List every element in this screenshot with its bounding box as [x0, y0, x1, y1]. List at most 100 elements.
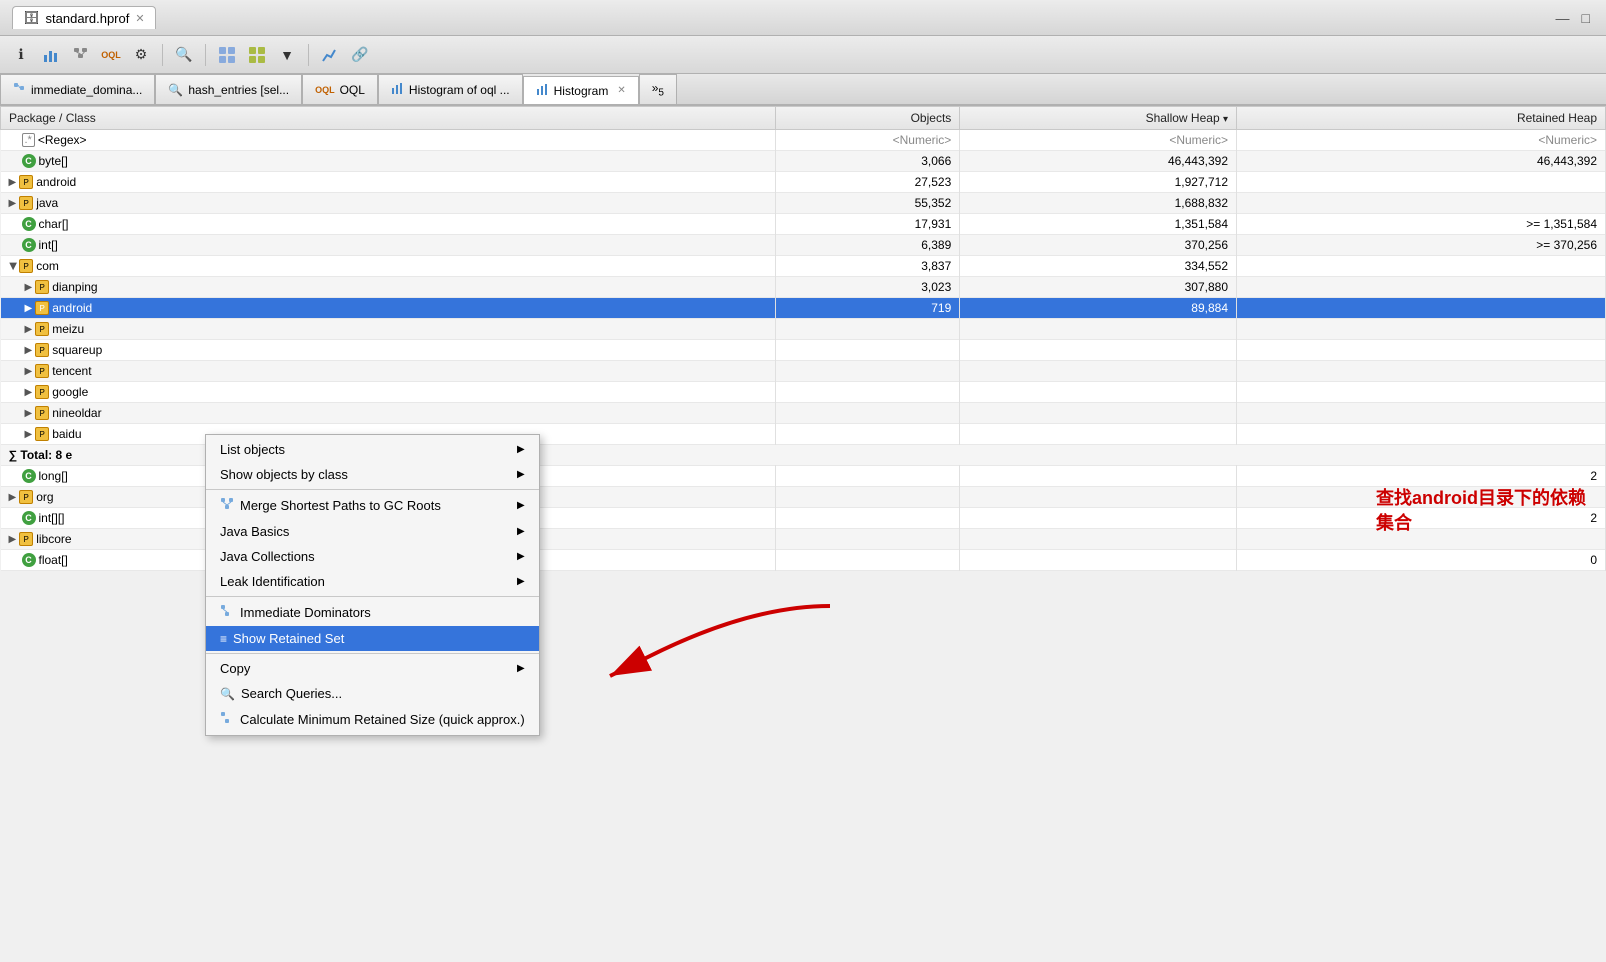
ctx-show-objects-by-class[interactable]: Show objects by class ▶: [206, 462, 539, 487]
table-row[interactable]: ▶ P nineoldar: [1, 403, 1606, 424]
table-row[interactable]: ▶ P android 719 89,884: [1, 298, 1606, 319]
search-btn[interactable]: 🔍: [171, 42, 197, 68]
table-row[interactable]: ▶ P squareup: [1, 340, 1606, 361]
table-row[interactable]: ▶ P android 27,523 1,927,712: [1, 172, 1606, 193]
table-row[interactable]: ▶ P tencent: [1, 361, 1606, 382]
main-tab[interactable]: 🗄 standard.hprof ✕: [12, 6, 156, 29]
cell-objects: 3,023: [775, 277, 959, 298]
table-row[interactable]: .* <Regex> <Numeric> <Numeric> <Numeric>: [1, 130, 1606, 151]
maximize-btn[interactable]: □: [1582, 10, 1590, 26]
cell-retained: [1237, 172, 1606, 193]
col-retained[interactable]: Retained Heap: [1237, 107, 1606, 130]
cell-objects: 27,523: [775, 172, 959, 193]
cell-objects: [775, 550, 959, 571]
table-row[interactable]: ▶ P dianping 3,023 307,880: [1, 277, 1606, 298]
ctx-java-basics[interactable]: Java Basics ▶: [206, 519, 539, 544]
link-btn[interactable]: 🔗: [347, 42, 373, 68]
table-row[interactable]: C byte[] 3,066 46,443,392 46,443,392: [1, 151, 1606, 172]
col-class[interactable]: Package / Class: [1, 107, 776, 130]
cell-class: ▶ P meizu: [1, 319, 776, 340]
ctx-sep3: [206, 653, 539, 654]
cell-retained: 0: [1237, 550, 1606, 571]
cell-objects: [775, 466, 959, 487]
cell-retained: 46,443,392: [1237, 151, 1606, 172]
cell-shallow: [960, 529, 1237, 550]
ctx-merge-shortest-paths[interactable]: Merge Shortest Paths to GC Roots ▶: [206, 492, 539, 519]
retained-icon: ≡: [220, 632, 227, 646]
table-row[interactable]: ▶ P java 55,352 1,688,832: [1, 193, 1606, 214]
table-row[interactable]: ▶ P google: [1, 382, 1606, 403]
cell-shallow: [960, 424, 1237, 445]
col-shallow[interactable]: Shallow Heap ▾: [960, 107, 1237, 130]
cell-retained: [1237, 277, 1606, 298]
cell-retained: [1237, 487, 1606, 508]
cell-class: ▶ P nineoldar: [1, 403, 776, 424]
cell-shallow: 307,880: [960, 277, 1237, 298]
ctx-list-objects[interactable]: List objects ▶: [206, 437, 539, 462]
cell-class: ▶ P android: [1, 298, 776, 319]
ctx-show-retained-set[interactable]: ≡ Show Retained Set: [206, 626, 539, 651]
table-row[interactable]: ▶ P com 3,837 334,552: [1, 256, 1606, 277]
table-row[interactable]: C char[] 17,931 1,351,584 >= 1,351,584: [1, 214, 1606, 235]
cell-class: ▶ P tencent: [1, 361, 776, 382]
cell-shallow: [960, 466, 1237, 487]
cell-objects: 3,837: [775, 256, 959, 277]
cell-shallow: [960, 361, 1237, 382]
dominator-icon: [220, 604, 234, 621]
settings-btn[interactable]: ⚙: [128, 42, 154, 68]
cell-shallow: [960, 340, 1237, 361]
calc-icon: [220, 711, 234, 728]
context-menu: List objects ▶ Show objects by class ▶ M…: [205, 434, 540, 736]
ctx-calculate-min-retained[interactable]: Calculate Minimum Retained Size (quick a…: [206, 706, 539, 733]
ctx-copy[interactable]: Copy ▶: [206, 656, 539, 681]
tab-overflow-label: »5: [652, 81, 664, 98]
tab-icon-histogram-oql: [391, 82, 404, 98]
cell-retained: [1237, 340, 1606, 361]
cell-shallow: 89,884: [960, 298, 1237, 319]
cell-shallow: 1,927,712: [960, 172, 1237, 193]
main-tab-close[interactable]: ✕: [135, 12, 144, 25]
tab-overflow[interactable]: »5: [639, 74, 677, 104]
table-row[interactable]: ▶ P meizu: [1, 319, 1606, 340]
tab-immediate-domina[interactable]: immediate_domina...: [0, 74, 155, 104]
tab-hash-entries[interactable]: 🔍 hash_entries [sel...: [155, 74, 302, 104]
cell-shallow: [960, 550, 1237, 571]
minimize-btn[interactable]: —: [1556, 10, 1570, 26]
ctx-search-queries[interactable]: 🔍 Search Queries...: [206, 681, 539, 706]
oql-btn[interactable]: OQL: [98, 42, 124, 68]
tab-close-histogram[interactable]: ✕: [617, 85, 625, 96]
tab-histogram-oql[interactable]: Histogram of oql ...: [378, 74, 523, 104]
cell-class: ▶ P android: [1, 172, 776, 193]
cell-shallow: 1,351,584: [960, 214, 1237, 235]
cell-class: C char[]: [1, 214, 776, 235]
chart2-btn[interactable]: [317, 42, 343, 68]
tab-label-histogram: Histogram: [554, 84, 609, 98]
table-row[interactable]: C int[] 6,389 370,256 >= 370,256: [1, 235, 1606, 256]
cell-retained: 2: [1237, 508, 1606, 529]
cell-retained: [1237, 403, 1606, 424]
title-bar: 🗄 standard.hprof ✕ — □: [0, 0, 1606, 36]
tab-oql[interactable]: OQL OQL: [302, 74, 378, 104]
nav-dropdown-btn[interactable]: ▼: [274, 42, 300, 68]
cell-retained: [1237, 361, 1606, 382]
tab-histogram[interactable]: Histogram ✕: [523, 76, 639, 106]
export-btn[interactable]: [214, 42, 240, 68]
class-hierarchy-btn[interactable]: [68, 42, 94, 68]
cell-objects: [775, 508, 959, 529]
ctx-immediate-dominators[interactable]: Immediate Dominators: [206, 599, 539, 626]
tab-label-histogram-oql: Histogram of oql ...: [409, 83, 510, 97]
cell-shallow: 370,256: [960, 235, 1237, 256]
info-btn[interactable]: ℹ: [8, 42, 34, 68]
ctx-java-collections[interactable]: Java Collections ▶: [206, 544, 539, 569]
col-objects[interactable]: Objects: [775, 107, 959, 130]
cell-objects: [775, 487, 959, 508]
cell-retained: [1237, 529, 1606, 550]
ctx-leak-identification[interactable]: Leak Identification ▶: [206, 569, 539, 594]
win-controls: — □: [1556, 10, 1590, 26]
cell-objects: [775, 529, 959, 550]
bar-chart-btn[interactable]: [38, 42, 64, 68]
filter-btn[interactable]: [244, 42, 270, 68]
merge-icon: [220, 497, 234, 514]
tab-label-immediate-domina: immediate_domina...: [31, 83, 142, 97]
sep3: [308, 44, 309, 66]
